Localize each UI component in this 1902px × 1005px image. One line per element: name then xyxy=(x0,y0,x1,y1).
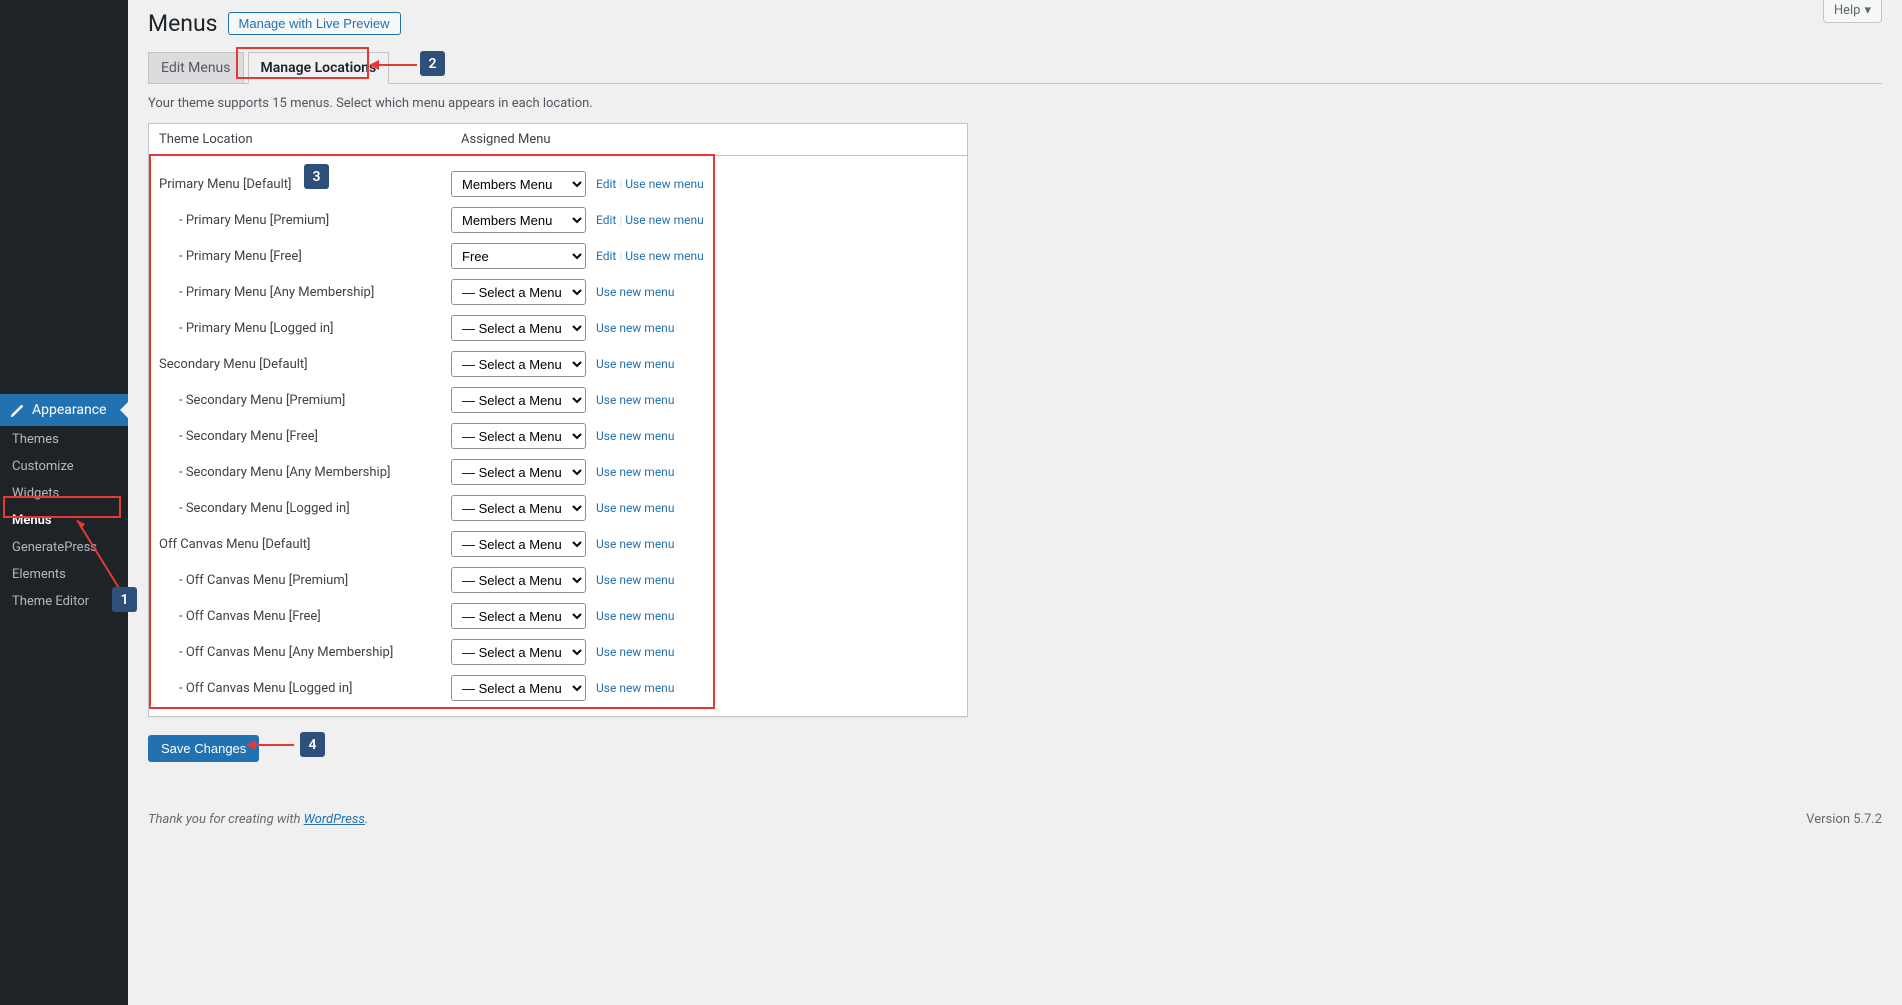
page-title: Menus xyxy=(148,10,218,37)
sidebar-sub-generatepress[interactable]: GeneratePress xyxy=(0,534,128,561)
live-preview-button[interactable]: Manage with Live Preview xyxy=(228,12,401,35)
locations-table: Theme Location Assigned Menu Primary Men… xyxy=(148,123,968,717)
sidebar-item-label: Appearance xyxy=(32,402,106,418)
annotation-number-4: 4 xyxy=(300,732,325,757)
tabs: Edit Menus Manage Locations 2 xyxy=(148,52,1882,84)
column-header-menu: Assigned Menu xyxy=(461,132,957,147)
annotation-box-2 xyxy=(236,47,369,79)
annotation-box-3 xyxy=(149,154,715,709)
footer: Thank you for creating with WordPress. V… xyxy=(148,812,1882,847)
main-content: Help ▾ Menus Manage with Live Preview Ed… xyxy=(128,0,1902,1005)
tab-edit-menus[interactable]: Edit Menus xyxy=(148,52,244,83)
brush-icon xyxy=(8,401,26,419)
save-changes-button[interactable]: Save Changes xyxy=(148,735,259,762)
sidebar-sub-customize[interactable]: Customize xyxy=(0,453,128,480)
help-button[interactable]: Help ▾ xyxy=(1823,0,1882,23)
wordpress-link[interactable]: WordPress xyxy=(304,812,365,827)
subtitle: Your theme supports 15 menus. Select whi… xyxy=(148,96,1882,111)
sidebar-sub-themes[interactable]: Themes xyxy=(0,426,128,453)
chevron-down-icon: ▾ xyxy=(1864,3,1871,18)
annotation-number-2: 2 xyxy=(420,51,445,76)
version-text: Version 5.7.2 xyxy=(1806,812,1882,827)
sidebar-sub-elements[interactable]: Elements xyxy=(0,561,128,588)
annotation-box-1 xyxy=(3,496,121,518)
admin-sidebar: Appearance ThemesCustomizeWidgetsMenusGe… xyxy=(0,0,128,1005)
sidebar-item-appearance[interactable]: Appearance xyxy=(0,394,128,426)
sidebar-sub-theme-editor[interactable]: Theme Editor xyxy=(0,588,128,615)
column-header-location: Theme Location xyxy=(159,132,461,147)
annotation-number-3: 3 xyxy=(304,164,329,189)
